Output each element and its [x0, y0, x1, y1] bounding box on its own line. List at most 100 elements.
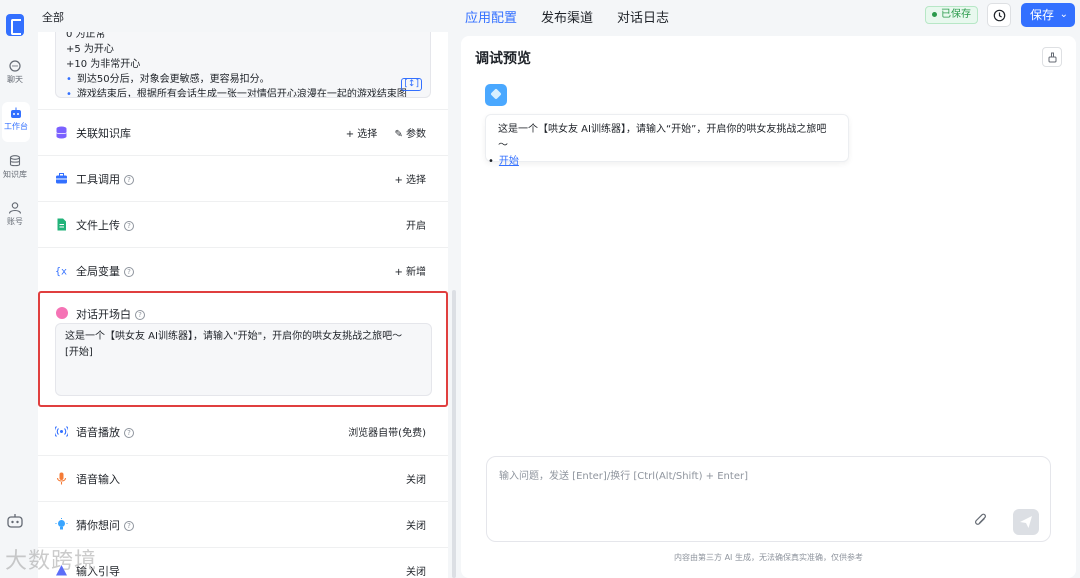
voice-playback-select[interactable]: 浏览器自带(免费) — [348, 428, 426, 439]
prompt-line: +10 为非常开心 — [66, 59, 141, 70]
app-logo-icon[interactable] — [6, 14, 24, 36]
select-tool-button[interactable]: + 选择 — [394, 175, 426, 186]
top-bar: 全部 应用配置 发布渠道 对话日志 已保存 保存 ⌄ — [30, 0, 1080, 32]
rail-item-label: 账号 — [7, 217, 23, 226]
watermark-text: 大数跨境 — [5, 549, 98, 574]
paperclip-icon[interactable] — [974, 512, 988, 528]
svg-text:{x}: {x} — [55, 267, 68, 278]
row-suggested-questions: 猜你想问? 关闭 — [38, 501, 448, 547]
robot-icon — [11, 107, 21, 118]
row-actions: 关闭 — [392, 563, 426, 578]
help-icon[interactable]: ? — [124, 521, 134, 531]
row-knowledge-base: 关联知识库 + 选择 ✎ 参数 — [38, 109, 448, 155]
lightbulb-icon — [55, 518, 68, 530]
database-icon — [56, 126, 67, 139]
send-button[interactable] — [1013, 509, 1039, 535]
row-voice-playback: 语音播放? 浏览器自带(免费) — [38, 409, 448, 455]
database-icon — [9, 155, 21, 167]
rail-item-workbench[interactable]: 工作台 — [2, 102, 30, 142]
breadcrumb[interactable]: 全部 — [42, 9, 64, 25]
row-label: 工具调用? — [76, 171, 134, 187]
row-actions: + 新增 — [380, 263, 426, 278]
row-label: 语音输入 — [76, 473, 120, 486]
config-panel: 0 为正常 +5 为开心 +10 为非常开心 到达50分后，对象会更敏感，更容易… — [38, 32, 448, 578]
row-label: 猜你想问? — [76, 517, 134, 533]
row-actions: 关闭 — [392, 471, 426, 486]
help-icon[interactable]: ? — [124, 428, 134, 438]
row-label-text: 文件上传 — [76, 219, 120, 232]
help-icon[interactable]: ? — [124, 267, 134, 277]
suggested-questions-toggle[interactable]: 关闭 — [406, 521, 426, 532]
row-tool-call: 工具调用? + 选择 — [38, 155, 448, 201]
row-label: 全局变量? — [76, 263, 134, 279]
rail-item-chat[interactable]: 聊天 — [0, 60, 30, 85]
start-link[interactable]: 开始 — [499, 156, 519, 167]
voice-input-toggle[interactable]: 关闭 — [406, 475, 426, 486]
prompt-line: 0 为正常 — [66, 32, 106, 40]
help-icon[interactable]: ? — [124, 221, 134, 231]
saved-status-text: 已保存 — [941, 9, 971, 20]
ai-disclaimer: 内容由第三方 AI 生成，无法确保真实准确，仅供参考 — [674, 553, 863, 562]
toolbox-icon — [56, 173, 67, 184]
chevron-down-icon: ⌄ — [1059, 9, 1068, 20]
status-dot-icon — [932, 11, 937, 17]
bot-icon[interactable] — [6, 513, 24, 529]
select-knowledge-button[interactable]: + 选择 — [346, 129, 378, 140]
tab-app-config[interactable]: 应用配置 — [465, 7, 517, 26]
file-icon — [57, 218, 66, 231]
expand-icon[interactable]: [↕] — [401, 78, 422, 91]
row-actions: 关闭 — [392, 517, 426, 532]
prompt-line: +5 为开心 — [66, 44, 114, 55]
save-button-label: 保存 — [1030, 8, 1055, 22]
bot-message-bubble: 这是一个【哄女友 AI训练器】，请输入“开始”，开启你的哄女友挑战之旅吧～ 开始 — [485, 114, 849, 167]
clear-chat-button[interactable] — [1042, 47, 1062, 67]
debug-preview-panel: 调试预览 这是一个【哄女友 AI训练器】，请输入“开始”，开启你的哄女友挑战之旅… — [461, 36, 1076, 578]
chat-icon — [9, 60, 21, 72]
row-label-text: 工具调用 — [76, 173, 120, 186]
save-button[interactable]: 保存 ⌄ — [1021, 3, 1075, 27]
file-upload-toggle[interactable]: 开启 — [406, 221, 426, 232]
params-label: 参数 — [406, 129, 426, 140]
welcome-message-input[interactable] — [55, 323, 432, 396]
user-icon — [8, 202, 22, 214]
row-label: 对话开场白? — [76, 306, 145, 322]
microphone-icon — [56, 472, 67, 485]
history-button[interactable] — [987, 3, 1011, 27]
config-scrollbar[interactable] — [452, 290, 456, 578]
row-file-upload: 文件上传? 开启 — [38, 201, 448, 247]
row-input-guide: 输入引导 关闭 — [38, 547, 448, 578]
prompt-preview[interactable]: 0 为正常 +5 为开心 +10 为非常开心 到达50分后，对象会更敏感，更容易… — [55, 32, 431, 98]
opener-label-text: 对话开场白 — [76, 308, 131, 321]
start-option: 开始 — [488, 154, 836, 170]
rail-item-account[interactable]: 账号 — [0, 202, 30, 227]
chat-input-box — [486, 456, 1051, 542]
row-actions: 浏览器自带(免费) — [334, 424, 426, 439]
row-label-text: 全局变量 — [76, 265, 120, 278]
params-button[interactable]: ✎ 参数 — [394, 129, 426, 140]
row-label-text: 猜你想问 — [76, 519, 120, 532]
rail-item-label: 知识库 — [3, 170, 27, 179]
row-global-variables: {x} 全局变量? + 新增 — [38, 247, 448, 293]
saved-status-badge: 已保存 — [925, 6, 978, 24]
tab-chat-logs[interactable]: 对话日志 — [617, 7, 669, 26]
rail-item-knowledge[interactable]: 知识库 — [0, 155, 30, 180]
variable-icon: {x} — [55, 267, 68, 278]
help-icon[interactable]: ? — [124, 175, 134, 185]
row-actions: + 选择 ✎ 参数 — [332, 125, 426, 140]
row-label-text: 语音播放 — [76, 426, 120, 439]
bot-avatar — [485, 84, 507, 106]
row-label: 关联知识库 — [76, 127, 131, 140]
preview-title: 调试预览 — [475, 51, 531, 67]
prompt-bullet: 游戏结束后，根据所有会话生成一张一对情侣开心浪漫在一起的游戏结束图 — [66, 87, 420, 97]
help-icon[interactable]: ? — [135, 310, 145, 320]
chat-bubble-icon — [56, 307, 68, 319]
input-guide-toggle[interactable]: 关闭 — [406, 567, 426, 578]
clock-icon — [993, 9, 1006, 22]
prompt-bullet: 到达50分后，对象会更敏感，更容易扣分。 — [66, 72, 420, 87]
add-variable-button[interactable]: + 新增 — [394, 267, 426, 278]
tab-publish-channel[interactable]: 发布渠道 — [541, 7, 593, 26]
broadcast-icon — [55, 426, 68, 437]
send-icon — [1020, 516, 1032, 528]
bot-message-text: 这是一个【哄女友 AI训练器】，请输入“开始”，开启你的哄女友挑战之旅吧～ — [498, 124, 827, 151]
chat-input[interactable] — [499, 467, 969, 497]
